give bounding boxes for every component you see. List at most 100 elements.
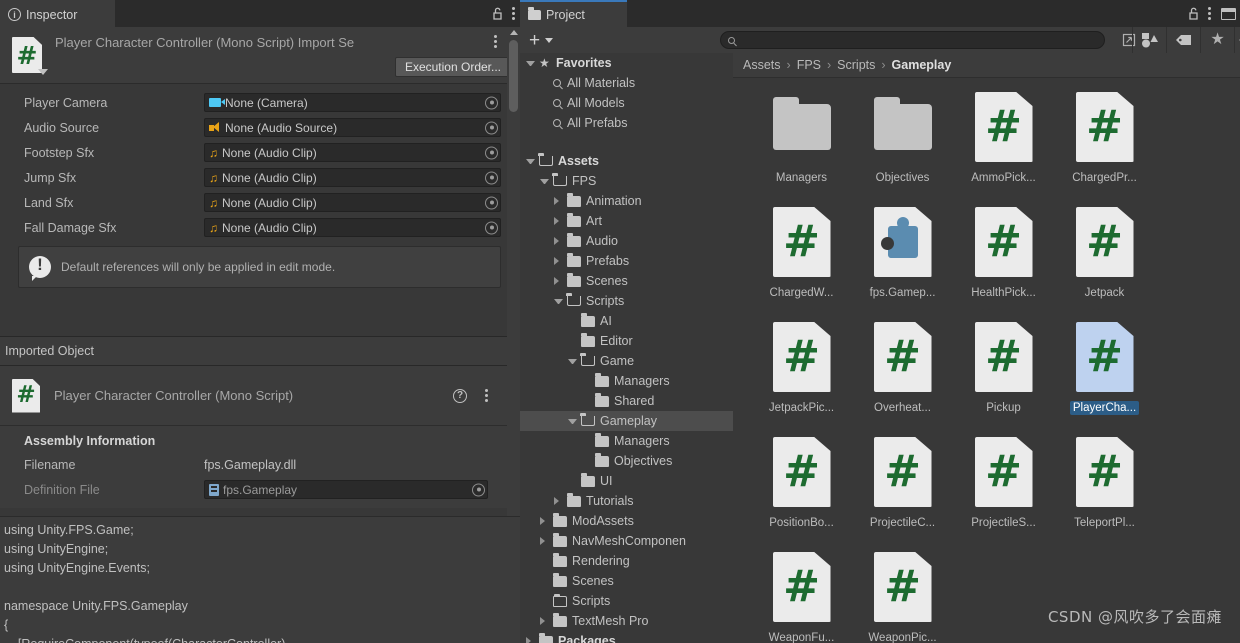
chevron-down-icon[interactable] [554, 298, 563, 304]
project-folder-tree[interactable]: ★ Favorites All Materials All Models All Pre… [520, 53, 733, 643]
chevron-right-icon[interactable] [526, 637, 535, 643]
chevron-right-icon[interactable] [540, 517, 549, 525]
asset-item[interactable]: # ProjectileS... [953, 434, 1054, 549]
tree-item-ai[interactable]: AI [520, 311, 733, 331]
tree-item-audio[interactable]: Audio [520, 231, 733, 251]
tree-item-shared[interactable]: Shared [520, 391, 733, 411]
asset-item[interactable]: # ChargedPr... [1054, 89, 1155, 204]
chevron-down-icon[interactable] [568, 358, 577, 364]
object-field[interactable]: ♫ None (Audio Clip) [204, 168, 501, 187]
object-picker-icon[interactable] [472, 483, 485, 496]
asset-item[interactable]: # Jetpack [1054, 204, 1155, 319]
definition-file-field[interactable]: fps.Gameplay [204, 480, 488, 499]
tree-item-editor[interactable]: Editor [520, 331, 733, 351]
inspector-scrollbar-thumb[interactable] [509, 40, 518, 112]
chevron-down-icon[interactable] [526, 158, 535, 164]
chevron-right-icon[interactable] [540, 617, 549, 625]
label-filter-icon[interactable] [1166, 27, 1200, 53]
lock-open-icon[interactable] [1188, 7, 1199, 20]
object-field[interactable]: None (Camera) [204, 93, 501, 112]
chevron-down-icon[interactable] [568, 418, 577, 424]
chevron-right-icon[interactable] [554, 217, 563, 225]
breadcrumb-item[interactable]: Gameplay [892, 58, 952, 72]
object-field[interactable]: ♫ None (Audio Clip) [204, 218, 501, 237]
tree-item-managers[interactable]: Managers [520, 431, 733, 451]
asset-item[interactable]: # ChargedW... [751, 204, 852, 319]
tree-item-textmesh-pro[interactable]: TextMesh Pro [520, 611, 733, 631]
object-field[interactable]: None (Audio Source) [204, 118, 501, 137]
tree-item-navmeshcomponen[interactable]: NavMeshComponen [520, 531, 733, 551]
chevron-down-icon[interactable] [38, 69, 48, 75]
asset-item[interactable]: # HealthPick... [953, 204, 1054, 319]
tree-item-animation[interactable]: Animation [520, 191, 733, 211]
object-picker-icon[interactable] [485, 146, 498, 159]
tree-item-scripts[interactable]: Scripts [520, 591, 733, 611]
tree-item-ui[interactable]: UI [520, 471, 733, 491]
execution-order-button[interactable]: Execution Order... [394, 57, 511, 77]
kebab-menu-icon[interactable] [512, 6, 516, 21]
chevron-right-icon[interactable] [554, 257, 563, 265]
tree-item-packages[interactable]: Packages [520, 631, 733, 643]
chevron-down-icon[interactable] [526, 60, 535, 66]
breadcrumb-item[interactable]: FPS [797, 58, 821, 72]
breadcrumb[interactable]: Assets › FPS › Scripts › Gameplay [733, 53, 1240, 78]
tree-item-scripts[interactable]: Scripts [520, 291, 733, 311]
imported-object-kebab-icon[interactable] [485, 388, 489, 403]
maximize-icon[interactable] [1221, 7, 1236, 20]
lock-open-icon[interactable] [492, 7, 503, 20]
tree-item-fps[interactable]: FPS [520, 171, 733, 191]
chevron-right-icon[interactable] [554, 197, 563, 205]
tree-item-objectives[interactable]: Objectives [520, 451, 733, 471]
asset-item[interactable]: fps.Gamep... [852, 204, 953, 319]
asset-item[interactable]: # WeaponFu... [751, 549, 852, 643]
object-picker-icon[interactable] [485, 221, 498, 234]
asset-item[interactable]: # Pickup [953, 319, 1054, 434]
tree-item-gameplay[interactable]: Gameplay [520, 411, 733, 431]
chevron-right-icon[interactable] [554, 277, 563, 285]
object-field[interactable]: ♫ None (Audio Clip) [204, 143, 501, 162]
tree-item-game[interactable]: Game [520, 351, 733, 371]
tree-item-rendering[interactable]: Rendering [520, 551, 733, 571]
chevron-down-icon[interactable] [545, 37, 554, 43]
chevron-right-icon[interactable] [554, 497, 563, 505]
tree-item-all-models[interactable]: All Models [520, 93, 733, 113]
search-field[interactable] [740, 34, 1080, 46]
asset-item[interactable]: # PositionBo... [751, 434, 852, 549]
tab-inspector[interactable]: i Inspector [0, 0, 115, 27]
tree-item-managers[interactable]: Managers [520, 371, 733, 391]
tab-project[interactable]: Project [520, 0, 627, 27]
asset-item[interactable]: Objectives [852, 89, 953, 204]
asset-item[interactable]: # WeaponPic... [852, 549, 953, 643]
object-picker-icon[interactable] [485, 196, 498, 209]
scroll-up-arrow-icon[interactable] [510, 30, 518, 35]
tree-item-tutorials[interactable]: Tutorials [520, 491, 733, 511]
object-field[interactable]: ♫ None (Audio Clip) [204, 193, 501, 212]
importer-kebab-menu-icon[interactable] [494, 34, 498, 49]
asset-item[interactable]: Managers [751, 89, 852, 204]
breadcrumb-item[interactable]: Assets [743, 58, 781, 72]
asset-item[interactable]: # ProjectileC... [852, 434, 953, 549]
asset-type-filter-icon[interactable] [1132, 27, 1166, 53]
object-picker-icon[interactable] [485, 121, 498, 134]
object-picker-icon[interactable] [485, 96, 498, 109]
breadcrumb-item[interactable]: Scripts [837, 58, 875, 72]
tree-item-scenes[interactable]: Scenes [520, 571, 733, 591]
tree-item-modassets[interactable]: ModAssets [520, 511, 733, 531]
object-picker-icon[interactable] [485, 171, 498, 184]
asset-item[interactable]: # JetpackPic... [751, 319, 852, 434]
tree-item-assets[interactable]: Assets [520, 151, 733, 171]
tree-item-scenes[interactable]: Scenes [520, 271, 733, 291]
asset-item[interactable]: # AmmoPick... [953, 89, 1054, 204]
tree-item-favorites[interactable]: ★ Favorites [520, 53, 733, 73]
create-asset-button[interactable]: + [529, 31, 540, 50]
help-icon[interactable]: ? [453, 388, 467, 403]
tree-item-all-materials[interactable]: All Materials [520, 73, 733, 93]
asset-item[interactable]: # TeleportPl... [1054, 434, 1155, 549]
asset-item[interactable]: # Overheat... [852, 319, 953, 434]
search-input[interactable] [720, 31, 1105, 49]
chevron-right-icon[interactable] [540, 537, 549, 545]
chevron-right-icon[interactable] [554, 237, 563, 245]
asset-item[interactable]: # PlayerCha... [1054, 319, 1155, 434]
kebab-menu-icon[interactable] [1208, 6, 1212, 21]
asset-grid[interactable]: Managers Objectives # AmmoPick... # ChargedPr… [733, 79, 1240, 643]
